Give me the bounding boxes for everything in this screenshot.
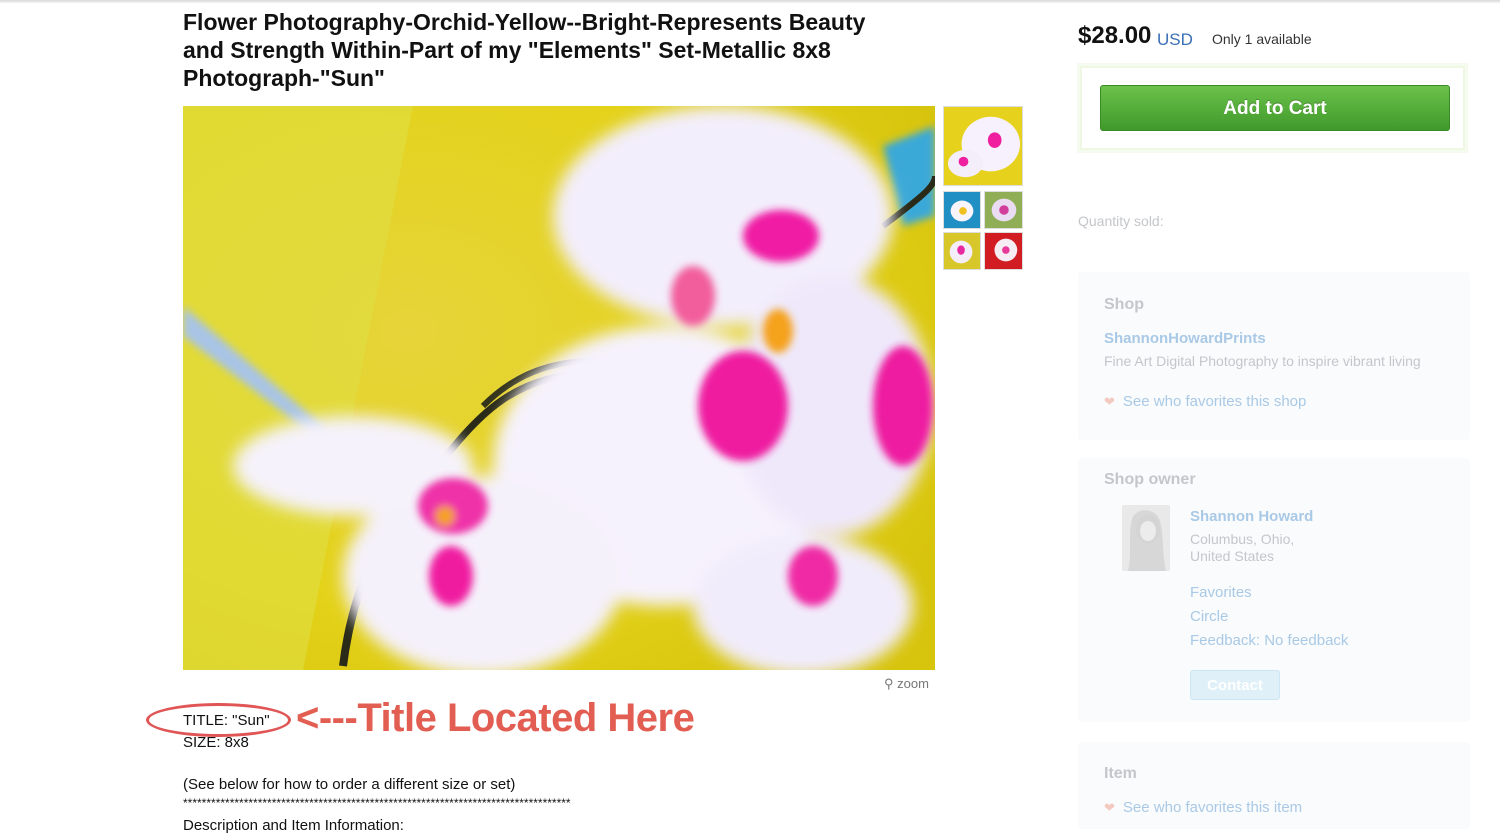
- thumbnail-4[interactable]: [943, 232, 981, 270]
- shop-favorites-label: See who favorites this shop: [1122, 393, 1307, 410]
- thumbnail-3[interactable]: [984, 191, 1023, 229]
- owner-avatar[interactable]: [1122, 505, 1170, 571]
- item-favorites-label: See who favorites this item: [1122, 799, 1303, 816]
- listing-title: Flower Photography-Orchid-Yellow--Bright…: [183, 9, 866, 91]
- contact-button[interactable]: Contact: [1190, 670, 1280, 700]
- item-heading: Item: [1104, 765, 1137, 782]
- shop-heading: Shop: [1104, 296, 1144, 313]
- main-product-image[interactable]: [183, 106, 935, 670]
- currency-label: USD: [1157, 30, 1193, 49]
- top-border: [0, 0, 1500, 3]
- quantity-sold-label: Quantity sold:: [1078, 213, 1164, 229]
- zoom-label: zoom: [897, 676, 929, 691]
- owner-name-link[interactable]: Shannon Howard: [1190, 508, 1313, 525]
- shop-name-link[interactable]: ShannonHowardPrints: [1104, 330, 1266, 347]
- annotation-text: <---Title Located Here: [296, 696, 695, 740]
- description-order-note: (See below for how to order a different …: [183, 776, 516, 793]
- magnifier-icon: ⚲: [884, 676, 894, 691]
- shop-tagline: Fine Art Digital Photography to inspire …: [1104, 353, 1421, 369]
- description-separator: ****************************************…: [183, 796, 571, 810]
- heart-icon: ❤: [1104, 800, 1115, 815]
- shop-owner-heading: Shop owner: [1104, 471, 1196, 488]
- availability-text: Only 1 available: [1212, 31, 1312, 47]
- owner-favorites-link[interactable]: Favorites: [1190, 584, 1252, 601]
- item-favorites-link[interactable]: ❤ See who favorites this item: [1104, 799, 1302, 816]
- owner-location-line1: Columbus, Ohio,: [1190, 531, 1295, 547]
- heart-icon: ❤: [1104, 394, 1115, 409]
- annotation-circle: [146, 703, 291, 737]
- owner-feedback-link[interactable]: Feedback: No feedback: [1190, 632, 1348, 649]
- thumbnail-5[interactable]: [984, 232, 1023, 270]
- description-heading: Description and Item Information:: [183, 817, 404, 834]
- owner-circle-link[interactable]: Circle: [1190, 608, 1228, 625]
- thumbnail-2[interactable]: [943, 191, 981, 229]
- price: $28.00: [1078, 22, 1152, 49]
- thumbnail-1[interactable]: [943, 106, 1023, 186]
- add-to-cart-button[interactable]: Add to Cart: [1100, 85, 1450, 131]
- shop-favorites-link[interactable]: ❤ See who favorites this shop: [1104, 393, 1306, 410]
- zoom-link[interactable]: ⚲ zoom: [884, 676, 929, 692]
- owner-location-line2: United States: [1190, 548, 1275, 564]
